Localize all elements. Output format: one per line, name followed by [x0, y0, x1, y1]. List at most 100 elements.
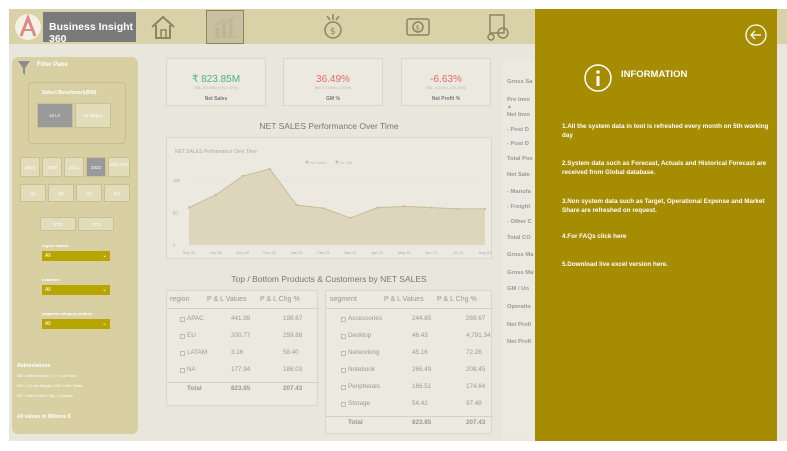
- pnl-row-label[interactable]: Pre Invo: [507, 97, 530, 103]
- x-tick-label: Aug 21: [479, 250, 492, 255]
- kpi-card-net-profit[interactable]: -6.63% BM: -4.81% (-475.16%) Net Profit …: [401, 58, 491, 106]
- pnl-row-label[interactable]: Operatio: [507, 304, 531, 310]
- x-tick-label: Jun 21: [425, 250, 438, 255]
- total-value: 823.85: [231, 385, 251, 392]
- year-2019-button[interactable]: 2019: [20, 157, 40, 177]
- year-2021-button[interactable]: 2021: [64, 157, 84, 177]
- cell-value: 177.94: [231, 366, 251, 373]
- back-arrow-icon[interactable]: [745, 24, 767, 46]
- y-tick-label: 100: [173, 178, 181, 183]
- region-name: EU: [187, 332, 196, 339]
- column-header[interactable]: region: [170, 296, 189, 303]
- pnl-row-label[interactable]: - Other C: [507, 219, 532, 225]
- cell-value: 72.26: [466, 349, 482, 356]
- segment-filter-select[interactable]: All ⌄: [42, 319, 110, 329]
- expand-icon[interactable]: [180, 334, 185, 339]
- dollar-flow-icon[interactable]: $: [402, 11, 434, 43]
- expand-icon[interactable]: [341, 351, 346, 356]
- region-filter-label: region market: [42, 243, 69, 248]
- data-point[interactable]: [429, 206, 433, 209]
- kpi-card-gm-percent[interactable]: 36.49% BM: 37.15% (-1.65%) GM %: [283, 58, 383, 106]
- pnl-row-label[interactable]: Gross Ma: [507, 252, 533, 258]
- pnl-row-label[interactable]: Total CO: [507, 235, 531, 241]
- data-point[interactable]: [295, 203, 298, 207]
- data-point[interactable]: [483, 207, 487, 211]
- pnl-row-label[interactable]: Net Profi: [507, 339, 531, 345]
- customer-filter-select[interactable]: All ⌄: [42, 285, 110, 295]
- info-item-faq-link[interactable]: 4.For FAQs click here: [562, 232, 772, 241]
- quarter-q2-button[interactable]: Q2: [48, 184, 74, 202]
- kpi-value: ₹ 823.85M: [191, 74, 241, 85]
- chart-inner-title: NET SALES Performance Over Time: [175, 149, 257, 155]
- year-2022-est-button[interactable]: 2022 EST: [108, 157, 130, 177]
- expand-icon[interactable]: [341, 334, 346, 339]
- kpi-card-net-sales[interactable]: ₹ 823.85M BM: 267.66M (+207.43%) Net Sal…: [166, 58, 266, 106]
- data-point[interactable]: [322, 207, 325, 210]
- segment-table[interactable]: segment P & L Values P & L Chg % Accesso…: [325, 290, 493, 434]
- data-point[interactable]: [214, 193, 218, 196]
- home-icon[interactable]: [147, 11, 179, 43]
- column-header[interactable]: P & L Chg %: [437, 296, 477, 303]
- cell-value: 208.45: [466, 366, 486, 373]
- money-gear-icon[interactable]: $: [317, 11, 349, 43]
- pnl-row-label[interactable]: Gross Sa: [507, 79, 532, 85]
- pnl-row-label[interactable]: GM / Un: [507, 286, 529, 292]
- segment-filter-label: segment category product: [42, 311, 93, 316]
- x-tick-label: Dec 20: [263, 250, 276, 255]
- quarter-q3-button[interactable]: Q3: [76, 184, 102, 202]
- data-point[interactable]: [187, 206, 191, 209]
- expand-icon[interactable]: [341, 317, 346, 322]
- pnl-row-label[interactable]: Gross Ma: [507, 270, 533, 276]
- segment-name: Notebook: [348, 366, 375, 373]
- pnl-row-label[interactable]: - Manufa: [507, 189, 531, 195]
- supply-chain-icon[interactable]: [482, 11, 514, 43]
- sort-icon[interactable]: ▲: [507, 104, 512, 110]
- info-item-refresh: 1.All the system data in tool is refresh…: [562, 123, 769, 139]
- net-sales-chart-svg: NET SALES Performance Over Time Net sales…: [173, 149, 492, 255]
- pnl-row-label[interactable]: Total Pos: [507, 156, 533, 162]
- column-header[interactable]: P & L Values: [207, 296, 247, 303]
- expand-icon[interactable]: [341, 368, 346, 373]
- data-point[interactable]: [456, 207, 460, 211]
- expand-icon[interactable]: [180, 351, 185, 356]
- year-2020-button[interactable]: 2020: [42, 157, 62, 177]
- data-point[interactable]: [349, 216, 352, 220]
- quarter-q4-button[interactable]: Q4: [104, 184, 130, 202]
- column-header[interactable]: P & L Chg %: [260, 296, 300, 303]
- ytd-button[interactable]: YTD: [40, 217, 76, 231]
- data-point[interactable]: [376, 206, 379, 209]
- cell-value: 3.16: [231, 349, 244, 356]
- region-filter-select[interactable]: All ⌄: [42, 251, 110, 261]
- data-point[interactable]: [241, 174, 245, 178]
- info-item-non-system-data: 3.Non system data such as Target, Operat…: [562, 198, 765, 214]
- expand-icon[interactable]: [341, 402, 346, 407]
- expand-icon[interactable]: [180, 317, 185, 322]
- pnl-row-label[interactable]: - Post D: [507, 127, 529, 133]
- benchmark-vs-target-button[interactable]: vs Target: [75, 103, 111, 128]
- pnl-row-label[interactable]: Net Invo: [507, 112, 530, 118]
- column-header[interactable]: segment: [330, 296, 357, 303]
- expand-icon[interactable]: [180, 368, 185, 373]
- region-filter-value: All: [45, 253, 51, 259]
- info-item-download-link[interactable]: 5.Download live excel version here.: [562, 260, 772, 269]
- bar-chart-icon[interactable]: [206, 10, 244, 44]
- cell-value: 97.48: [466, 400, 482, 407]
- quarter-q1-button[interactable]: Q1: [20, 184, 46, 202]
- pnl-row-label[interactable]: Net Sale: [507, 172, 530, 178]
- pnl-row-label[interactable]: Net Profi: [507, 322, 531, 328]
- pnl-row-label[interactable]: - Post D: [507, 141, 529, 147]
- cell-value: 244.85: [412, 315, 432, 322]
- benchmark-vs-ly-button[interactable]: vs LY: [37, 103, 73, 128]
- kpi-benchmark: BM: 37.15% (-1.65%): [314, 86, 352, 90]
- x-tick-label: Feb 21: [317, 250, 330, 255]
- data-point[interactable]: [268, 167, 271, 171]
- ytg-button[interactable]: YTG: [78, 217, 114, 231]
- data-point[interactable]: [403, 205, 406, 208]
- expand-icon[interactable]: [341, 385, 346, 390]
- customer-filter-value: All: [45, 287, 51, 293]
- region-table[interactable]: region P & L Values P & L Chg % APAC 441.…: [166, 290, 319, 406]
- net-sales-chart[interactable]: NET SALES Performance Over Time Net sales…: [166, 137, 492, 259]
- year-2022-button[interactable]: 2022: [86, 157, 106, 177]
- column-header[interactable]: P & L Values: [384, 296, 424, 303]
- pnl-row-label[interactable]: - Freight: [507, 204, 530, 210]
